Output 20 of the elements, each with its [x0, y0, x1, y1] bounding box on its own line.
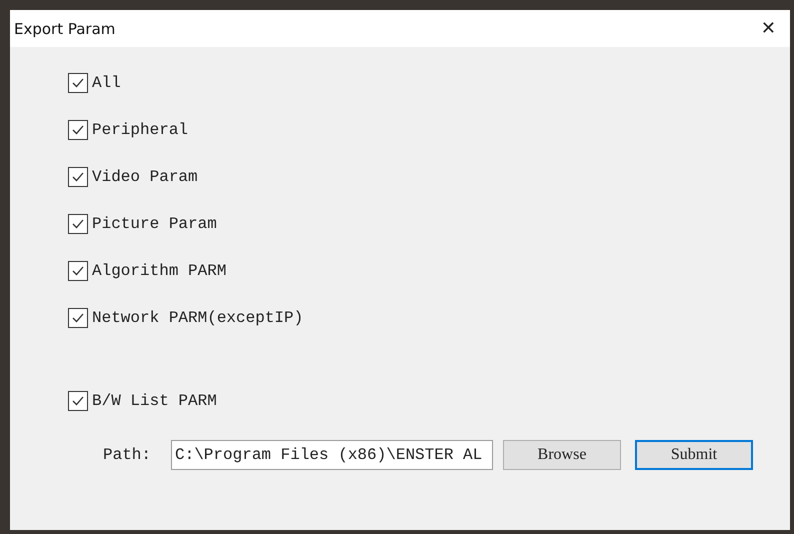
- checkbox[interactable]: [68, 308, 88, 328]
- checkbox[interactable]: [68, 390, 88, 410]
- window-title: Export Param: [14, 20, 116, 38]
- close-button[interactable]: ✕: [756, 18, 780, 39]
- checkbox-row[interactable]: Algorithm PARM: [68, 247, 790, 294]
- path-label: Path:: [103, 446, 152, 464]
- checkbox[interactable]: [68, 72, 88, 92]
- checkbox-row[interactable]: Peripheral: [68, 106, 790, 153]
- checkbox-row[interactable]: Network PARM(exceptIP): [68, 294, 790, 341]
- checkbox[interactable]: [68, 214, 88, 234]
- checkbox-row[interactable]: Video Param: [68, 153, 790, 200]
- checkbox-row[interactable]: All: [68, 59, 790, 106]
- checkbox[interactable]: [68, 120, 88, 140]
- dialog-button[interactable]: Browse: [503, 440, 621, 470]
- checkbox[interactable]: [68, 166, 88, 186]
- checkbox-row[interactable]: B/W List PARM: [68, 377, 790, 424]
- path-field[interactable]: C:\Program Files (x86)\ENSTER AL: [171, 440, 493, 470]
- checkbox-row[interactable]: Picture Param: [68, 200, 790, 247]
- checkbox[interactable]: [68, 260, 88, 280]
- dialog-button[interactable]: Submit: [635, 440, 753, 470]
